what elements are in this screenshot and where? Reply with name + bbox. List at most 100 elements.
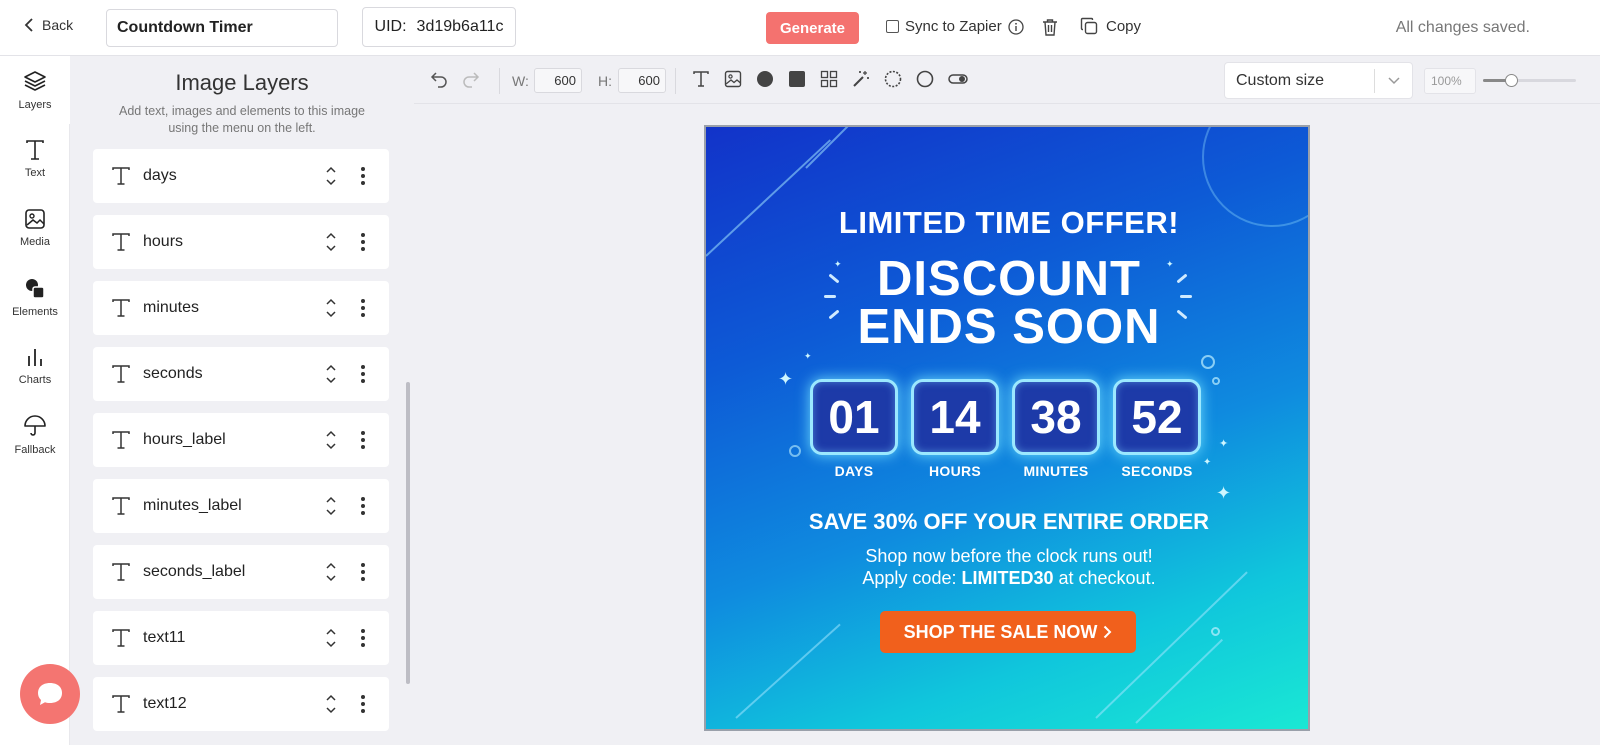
copy-label: Copy [1106, 17, 1142, 35]
reorder-arrows-icon[interactable] [321, 692, 341, 716]
reorder-arrows-icon[interactable] [321, 362, 341, 386]
magic-wand-icon[interactable] [852, 70, 870, 88]
reorder-arrows-icon[interactable] [321, 560, 341, 584]
sync-zapier-checkbox[interactable] [886, 20, 899, 33]
undo-icon[interactable] [430, 70, 448, 88]
text-layer-icon [111, 694, 135, 714]
rail-item-fallback[interactable]: Fallback [0, 401, 70, 469]
layer-row[interactable]: seconds_label [93, 545, 389, 599]
panel-scrollbar[interactable] [406, 382, 410, 684]
canvas-save-text: SAVE 30% OFF YOUR ENTIRE ORDER [808, 509, 1210, 534]
more-options-icon[interactable] [355, 431, 371, 449]
reorder-arrows-icon[interactable] [321, 296, 341, 320]
text-layer-icon [111, 562, 135, 582]
save-status: All changes saved. [1395, 19, 1530, 36]
size-preset-select[interactable]: Custom size [1224, 62, 1413, 99]
layer-row[interactable]: text12 [93, 677, 389, 731]
layer-name: days [143, 167, 177, 184]
image-tool-icon[interactable] [724, 70, 742, 88]
zoom-slider-handle[interactable] [1504, 74, 1518, 87]
more-options-icon[interactable] [355, 233, 371, 251]
dashed-circle-icon[interactable] [884, 70, 902, 88]
more-options-icon[interactable] [355, 365, 371, 383]
toggle-icon[interactable] [948, 70, 968, 88]
text-tool-icon[interactable] [692, 70, 710, 88]
countdown-minutes-tile: 38 [1012, 379, 1100, 455]
countdown-minutes-label: MINUTES [1023, 463, 1089, 479]
text-layer-icon [111, 364, 135, 384]
info-icon[interactable] [1008, 18, 1024, 35]
toolbar-divider [675, 68, 676, 94]
rail-item-label: Media [20, 236, 50, 248]
height-input[interactable] [618, 68, 666, 93]
layer-name: minutes [143, 299, 200, 316]
canvas-discount-line2: ENDS SOON [857, 300, 1161, 354]
template-name-input[interactable] [106, 9, 338, 47]
layer-name: seconds_label [143, 563, 246, 580]
uid-box[interactable]: UID: 3d19b6a11c [362, 7, 516, 47]
text-layer-icon [111, 232, 135, 252]
layers-icon [23, 69, 47, 93]
grid-tool-icon[interactable] [820, 70, 838, 88]
zoom-slider[interactable] [1483, 74, 1576, 87]
more-options-icon[interactable] [355, 167, 371, 185]
square-tool-icon[interactable] [788, 70, 806, 88]
more-options-icon[interactable] [355, 629, 371, 647]
reorder-arrows-icon[interactable] [321, 494, 341, 518]
layer-row[interactable]: days [93, 149, 389, 203]
rail-item-label: Layers [18, 99, 52, 111]
circle-tool-icon[interactable] [756, 70, 774, 88]
rail-item-layers[interactable]: Layers [0, 56, 70, 124]
back-label: Back [42, 17, 74, 33]
apply-suffix: at checkout. [1058, 568, 1156, 588]
layer-row[interactable]: seconds [93, 347, 389, 401]
ring-tool-icon[interactable] [916, 70, 934, 88]
text-layer-icon [111, 298, 135, 318]
layer-row[interactable]: hours_label [93, 413, 389, 467]
panel-title: Image Layers [175, 70, 309, 95]
more-options-icon[interactable] [355, 563, 371, 581]
reorder-arrows-icon[interactable] [321, 164, 341, 188]
layer-row[interactable]: minutes [93, 281, 389, 335]
rail-item-charts[interactable]: Charts [0, 332, 70, 400]
layer-row[interactable]: hours [93, 215, 389, 269]
layer-name: seconds [143, 365, 203, 382]
cta-button[interactable]: SHOP THE SALE NOW [880, 611, 1136, 653]
more-options-icon[interactable] [355, 497, 371, 515]
rail-item-media[interactable]: Media [0, 194, 70, 262]
generate-button[interactable]: Generate [766, 12, 859, 44]
rail-item-text[interactable]: Text [0, 125, 70, 193]
rail-item-elements[interactable]: Elements [0, 263, 70, 331]
editor-toolbar: W: H: [414, 56, 1600, 104]
copy-button[interactable]: Copy [1080, 17, 1141, 35]
canvas-shop-line: Shop now before the clock runs out! [865, 546, 1153, 566]
redo-icon[interactable] [462, 70, 480, 88]
countdown-hours-tile: 14 [911, 379, 999, 455]
cta-label: SHOP THE SALE NOW [903, 621, 1098, 642]
reorder-arrows-icon[interactable] [321, 230, 341, 254]
bar-chart-icon [24, 346, 46, 368]
copy-icon [1080, 17, 1098, 35]
zoom-input[interactable] [1424, 68, 1476, 94]
design-canvas[interactable]: ✦ ✦ ✦ ✦ ✦ ✦ ✦ LIMITED TIME OFFER! DISCOU… [704, 125, 1310, 731]
back-button[interactable]: Back [24, 17, 73, 33]
layer-name: hours [143, 233, 184, 250]
rail-item-label: Elements [12, 306, 58, 318]
trash-icon[interactable] [1042, 18, 1058, 36]
sync-zapier[interactable]: Sync to Zapier [886, 18, 1024, 35]
reorder-arrows-icon[interactable] [321, 428, 341, 452]
umbrella-icon [23, 414, 47, 438]
text-icon [24, 139, 46, 161]
decorative-ring [789, 445, 801, 457]
chevron-left-icon [24, 18, 34, 32]
layer-row[interactable]: minutes_label [93, 479, 389, 533]
reorder-arrows-icon[interactable] [321, 626, 341, 650]
chat-button[interactable] [20, 664, 80, 724]
more-options-icon[interactable] [355, 299, 371, 317]
rail-item-label: Charts [18, 374, 52, 386]
layer-row[interactable]: text11 [93, 611, 389, 665]
decorative-ring [1201, 355, 1215, 369]
width-input[interactable] [534, 68, 582, 93]
more-options-icon[interactable] [355, 695, 371, 713]
uid-label: UID: [374, 18, 407, 35]
